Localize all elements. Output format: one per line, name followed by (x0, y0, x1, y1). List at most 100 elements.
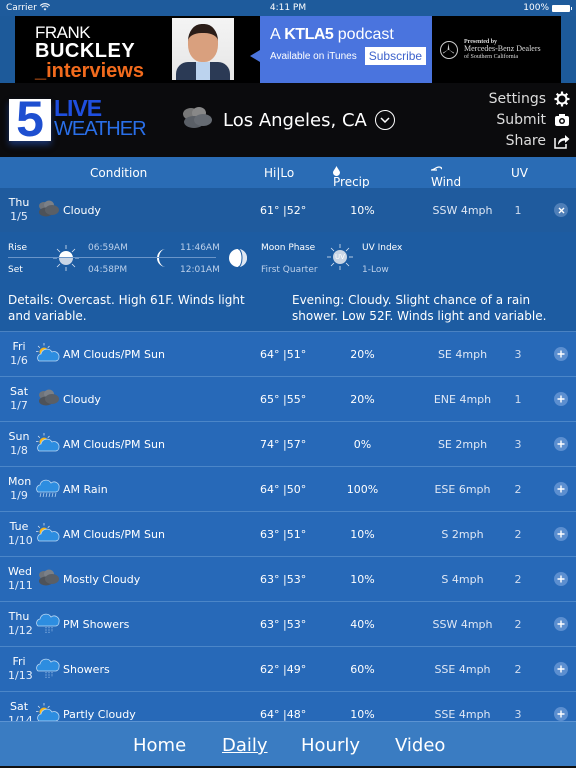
ad-subscribe-button[interactable]: Subscribe (364, 47, 427, 65)
forecast-row[interactable]: Sun 1/8 AM Clouds/PM Sun 74° |57° 0% SE … (0, 422, 576, 467)
uv-index-value: 1-Low (362, 265, 389, 275)
moonset-time: 12:01AM (180, 265, 220, 275)
hilo-text: 64° |48° (260, 708, 307, 721)
cloudy-icon (35, 199, 61, 219)
condition-text: Cloudy (63, 393, 101, 406)
column-uv: UV (511, 166, 528, 180)
uv-text: 1 (514, 204, 522, 217)
submit-button[interactable]: Submit (496, 110, 570, 129)
day-date: 1/11 (8, 578, 33, 592)
tab-video[interactable]: Video (395, 735, 445, 756)
wifi-icon (39, 2, 50, 14)
expand-button[interactable] (554, 662, 568, 676)
hilo-text: 62° |49° (260, 663, 307, 676)
day-details-text: Details: Overcast. High 61F. Winds light… (8, 293, 245, 324)
logo-live: LIVE (54, 95, 102, 121)
wind-text: SE 4mph (437, 348, 488, 361)
expand-button[interactable] (554, 707, 568, 721)
expand-button[interactable] (554, 482, 568, 496)
forecast-row[interactable]: Mon 1/9 AM Rain 64° |50° 100% ESE 6mph 2 (0, 467, 576, 512)
expand-button[interactable] (554, 527, 568, 541)
location-selector[interactable]: Los Angeles, CA (177, 105, 395, 135)
collapse-button[interactable] (554, 203, 568, 217)
day-name: Tue (9, 520, 29, 533)
logo-weather: WEATHER (54, 117, 147, 140)
condition-text: Showers (63, 663, 110, 676)
moon-phase-value: First Quarter (261, 265, 318, 275)
hilo-text: 63° |51° (260, 528, 307, 541)
day-label: Fri 1/6 (8, 340, 30, 368)
condition-text: AM Clouds/PM Sun (63, 348, 165, 361)
uv-text: 2 (514, 528, 522, 541)
day-label: Thu 1/12 (8, 610, 33, 638)
partly-sunny-icon (35, 433, 61, 453)
day-date: 1/6 (10, 353, 28, 367)
day-detail-panel: Rise Set 06:59AM 04:58PM 11:46AM 12:01AM… (0, 232, 576, 332)
plus-icon (557, 710, 565, 718)
app-header: 5 LIVE WEATHER Los Angeles, CA Settings … (0, 83, 576, 157)
chevron-down-icon[interactable] (374, 110, 395, 130)
share-button[interactable]: Share (506, 131, 570, 150)
condition-text: PM Showers (63, 618, 130, 631)
expand-button[interactable] (554, 392, 568, 406)
uv-text: 3 (514, 708, 522, 721)
uv-text: 2 (514, 663, 522, 676)
moon-phase-icon (228, 248, 248, 272)
day-label: Wed 1/11 (8, 565, 33, 593)
forecast-row[interactable]: Thu 1/12 PM Showers 63° |53° 40% SSW 4mp… (0, 602, 576, 647)
hilo-text: 65° |55° (260, 393, 307, 406)
location-name: Los Angeles, CA (223, 109, 367, 131)
settings-button[interactable]: Settings (489, 89, 570, 108)
sun-icon (52, 244, 80, 276)
ktla5-logo: 5 (9, 94, 51, 144)
precip-text: 10% (350, 528, 375, 541)
wind-text: SSE 4mph (434, 663, 491, 676)
wind-text: SSW 4mph (432, 618, 493, 631)
forecast-row[interactable]: Fri 1/6 AM Clouds/PM Sun 64° |51° 20% SE… (0, 332, 576, 377)
header-actions: Settings Submit Share (489, 89, 570, 150)
condition-text: Cloudy (63, 204, 101, 217)
ad-banner[interactable]: FRANK BUCKLEY _interviews A KTLA5 podcas… (15, 16, 561, 83)
tab-hourly[interactable]: Hourly (301, 735, 360, 756)
uv-text: 3 (514, 438, 522, 451)
day-name: Mon (8, 475, 32, 488)
forecast-row[interactable]: Wed 1/11 Mostly Cloudy 63° |53° 10% S 4m… (0, 557, 576, 602)
expand-button[interactable] (554, 617, 568, 631)
day-name: Sat (9, 700, 29, 713)
expand-button[interactable] (554, 347, 568, 361)
moonrise-time: 11:46AM (180, 243, 220, 253)
partly-sunny-icon (35, 523, 61, 543)
wind-text: SSE 4mph (434, 708, 491, 721)
gear-icon (554, 91, 570, 107)
plus-icon (557, 620, 565, 628)
day-name: Sun (8, 430, 30, 443)
column-precip: Precip (333, 166, 370, 189)
day-name: Thu (8, 196, 30, 209)
wind-text: ESE 6mph (434, 483, 491, 496)
rain-icon (35, 478, 61, 498)
day-name: Sat (9, 385, 29, 398)
partly-sunny-icon (35, 703, 61, 723)
forecast-row[interactable]: Fri 1/13 Showers 62° |49° 60% SSE 4mph 2 (0, 647, 576, 692)
column-hilo: Hi|Lo (264, 166, 295, 180)
uv-text: 2 (514, 483, 522, 496)
rise-label: Rise (8, 243, 27, 253)
day-date: 1/7 (10, 398, 28, 412)
forecast-row[interactable]: Sat 1/7 Cloudy 65° |55° 20% ENE 4mph 1 (0, 377, 576, 422)
battery-icon (552, 4, 572, 12)
tab-daily[interactable]: Daily (222, 735, 268, 756)
tab-home[interactable]: Home (133, 735, 186, 756)
ad-title-line3: _interviews (35, 60, 144, 82)
expand-button[interactable] (554, 437, 568, 451)
clock: 4:11 PM (269, 3, 307, 13)
forecast-row-today[interactable]: Thu 1/5 Cloudy 61° |52° 10% SSW 4mph 1 (0, 188, 576, 232)
uv-text: 2 (514, 618, 522, 631)
day-date: 1/10 (8, 533, 33, 547)
column-headers: Condition Hi|Lo Precip Wind UV (0, 157, 576, 189)
forecast-row[interactable]: Tue 1/10 AM Clouds/PM Sun 63° |51° 10% S… (0, 512, 576, 557)
plus-icon (557, 485, 565, 493)
uv-text: 3 (514, 348, 522, 361)
ad-title-line1: FRANK (35, 23, 91, 42)
condition-text: Partly Cloudy (63, 708, 136, 721)
expand-button[interactable] (554, 572, 568, 586)
